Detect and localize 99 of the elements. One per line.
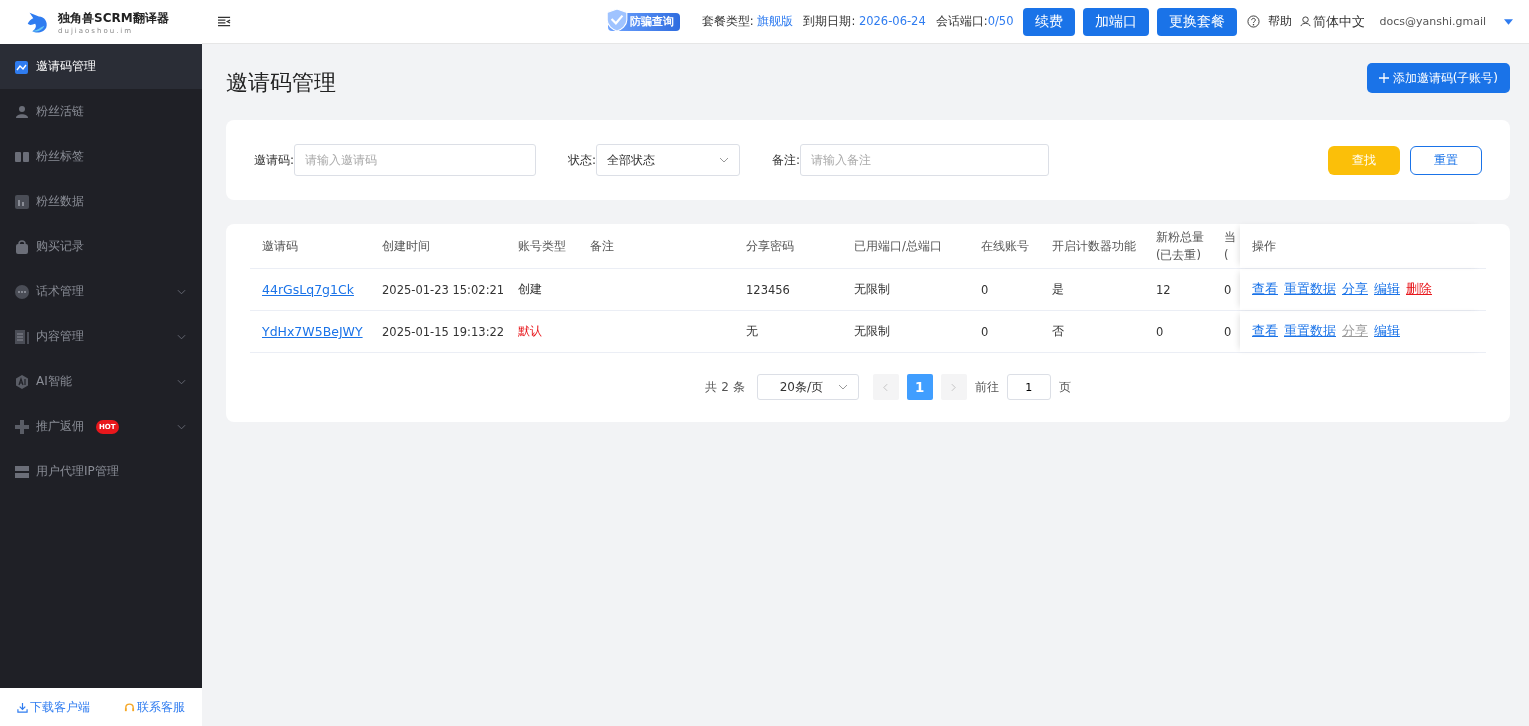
table-cell: 0 — [1156, 324, 1164, 339]
language-selector[interactable]: 简体中文 — [1300, 12, 1366, 31]
table-cell: 123456 — [746, 282, 790, 297]
goto-page-field[interactable]: 1 — [1006, 374, 1051, 400]
column-header: 已用端口/总端口 — [853, 238, 943, 255]
table-cell: 0 — [1224, 282, 1232, 297]
brand-name: 独角兽SCRM翻译器 — [58, 9, 169, 27]
chevron-down-icon — [177, 378, 186, 385]
page-size-select[interactable]: 20条/页 — [756, 374, 859, 400]
ai-icon — [14, 373, 30, 390]
invite-code-link[interactable]: YdHx7W5BeJWY — [262, 324, 363, 339]
column-header: 备注 — [589, 238, 615, 255]
plan-info: 套餐类型: 旗舰版 — [701, 14, 794, 29]
shield-icon — [605, 7, 628, 32]
column-header: 新粉总量 (已去重) — [1155, 229, 1205, 264]
action-link[interactable]: 查看 — [1252, 323, 1278, 340]
table-cell: 是 — [1052, 282, 1064, 297]
reset-button[interactable]: 重置 — [1410, 145, 1482, 175]
column-header: 邀请码 — [261, 238, 299, 255]
sidebar-item[interactable]: 邀请码管理 — [0, 44, 202, 89]
action-link[interactable]: 查看 — [1252, 281, 1278, 298]
people-icon — [14, 103, 30, 120]
action-link[interactable]: 编辑 — [1374, 281, 1400, 298]
goto-label: 前往 — [974, 378, 999, 396]
table-cell: 无限制 — [854, 282, 890, 297]
download-client-link[interactable]: 下载客户端 — [17, 698, 90, 716]
caret-down-icon[interactable] — [1504, 18, 1513, 25]
table-cell: 默认 — [518, 324, 542, 339]
page-suffix: 页 — [1058, 378, 1071, 396]
action-link[interactable]: 删除 — [1406, 281, 1432, 298]
chevron-down-icon — [177, 333, 186, 340]
plus-icon — [1378, 73, 1389, 83]
column-header: 在线账号 — [980, 238, 1030, 255]
field-label: 状态: — [568, 151, 597, 169]
column-header: 创建时间 — [381, 238, 431, 255]
chevron-down-icon — [719, 157, 730, 163]
note-field[interactable]: 请输入备注 — [800, 144, 1050, 176]
expiry-info: 到期日期: 2026-06-24 — [803, 14, 926, 29]
sidebar-item[interactable]: 内容管理 — [0, 314, 202, 359]
invite-code-link[interactable]: 44rGsLq7g1Ck — [262, 282, 354, 297]
anti-fraud-badge[interactable]: 防骗查询 — [607, 12, 680, 31]
sidebar-item[interactable]: AI智能 — [0, 359, 202, 404]
action-link[interactable]: 编辑 — [1374, 323, 1400, 340]
plus-icon — [14, 418, 30, 435]
total-count: 共 2 条 — [705, 378, 745, 396]
table-cell: 0 — [1224, 324, 1232, 339]
page-number-button[interactable]: 1 — [906, 374, 933, 400]
sidebar-item[interactable]: 粉丝数据 — [0, 179, 202, 224]
account-name[interactable]: docs@yanshi.gmail — [1379, 15, 1486, 28]
action-link[interactable]: 重置数据 — [1284, 281, 1336, 298]
table-cell: 0 — [981, 282, 989, 297]
field-label: 备注: — [772, 151, 801, 169]
invite-code-field[interactable]: 请输入邀请码 — [294, 144, 537, 176]
page-title: 邀请码管理 — [226, 69, 336, 97]
ports-info: 会话端口:0/50 — [935, 14, 1014, 29]
table-cell: 2025-01-23 15:02:21 — [382, 282, 505, 297]
action-link[interactable]: 分享 — [1342, 281, 1368, 298]
action-link[interactable]: 重置数据 — [1284, 323, 1336, 340]
column-header: 账号类型 — [517, 238, 567, 255]
sidebar-item[interactable]: 话术管理 — [0, 269, 202, 314]
table-cell: 无限制 — [854, 324, 890, 339]
document-icon — [14, 328, 30, 345]
sidebar-item[interactable]: 用户代理IP管理 — [0, 449, 202, 494]
column-header: 操作 — [1240, 224, 1484, 268]
status-select[interactable]: 全部状态 — [596, 144, 741, 176]
help-icon — [1247, 15, 1261, 28]
headset-icon — [124, 701, 135, 713]
column-header: 当 ( — [1224, 229, 1237, 264]
field-label: 邀请码: — [254, 151, 295, 169]
chevron-left-icon — [883, 382, 889, 392]
chart-icon — [14, 58, 30, 75]
chat-icon — [14, 283, 30, 300]
download-icon — [17, 701, 28, 713]
table-cell: 0 — [981, 324, 989, 339]
chevron-right-icon — [951, 382, 957, 392]
table-cell: 无 — [746, 324, 758, 339]
chevron-down-icon — [837, 384, 848, 390]
header-button[interactable]: 加端口 — [1083, 7, 1150, 36]
column-header: 开启计数器功能 — [1051, 238, 1137, 255]
bar-chart-icon — [14, 193, 30, 210]
table-cell: 12 — [1156, 282, 1171, 297]
person-icon — [1300, 16, 1312, 27]
server-icon — [14, 463, 30, 480]
table-cell: 否 — [1052, 324, 1064, 339]
chevron-down-icon — [177, 423, 186, 430]
sidebar-item[interactable]: 粉丝活链 — [0, 89, 202, 134]
sidebar-item[interactable]: 购买记录 — [0, 224, 202, 269]
sidebar-item[interactable]: 粉丝标签 — [0, 134, 202, 179]
add-invite-code-button[interactable]: 添加邀请码(子账号) — [1366, 63, 1510, 93]
menu-collapse-icon[interactable] — [218, 15, 231, 28]
header-button[interactable]: 续费 — [1023, 7, 1076, 36]
table-cell: 创建 — [518, 282, 542, 297]
header-button[interactable]: 更换套餐 — [1157, 7, 1238, 36]
chevron-down-icon — [177, 288, 186, 295]
bag-icon — [14, 238, 30, 255]
contact-support-link[interactable]: 联系客服 — [124, 698, 185, 716]
column-header: 分享密码 — [745, 238, 795, 255]
help-link[interactable]: 帮助 — [1268, 13, 1293, 30]
table-cell: 2025-01-15 19:13:22 — [382, 324, 505, 339]
